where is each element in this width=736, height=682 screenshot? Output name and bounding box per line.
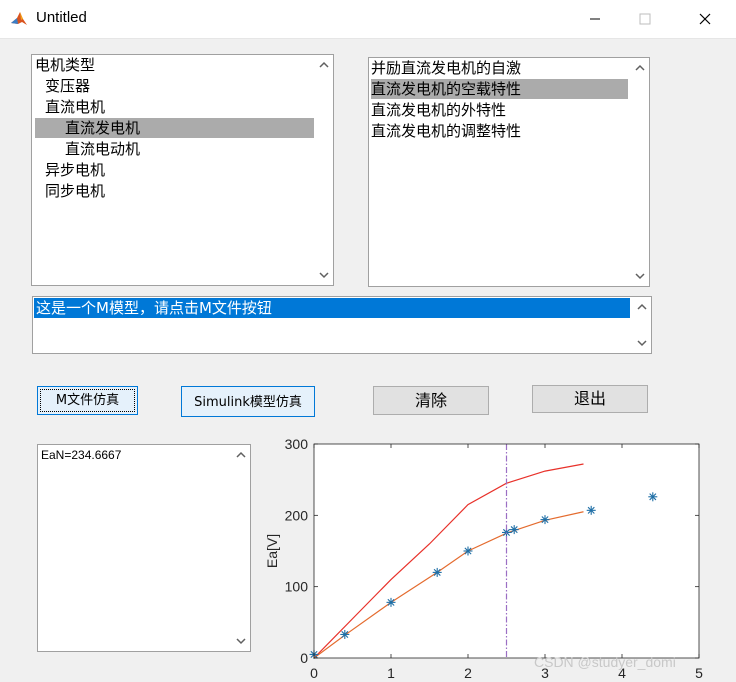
y-tick-label: 200 — [285, 507, 309, 523]
plot-area[interactable]: 0 1 2 3 4 50100200300 Ea[V] CSDN @studyer_dom… — [0, 0, 736, 682]
data-point-marker — [463, 546, 473, 556]
x-tick-label: 2 — [464, 665, 472, 681]
x-tick-label: 1 — [387, 665, 395, 681]
watermark: CSDN @studyer_domi — [534, 654, 676, 670]
x-tick-label: 0 — [310, 665, 318, 681]
y-tick-label: 300 — [285, 436, 309, 452]
y-tick-label: 0 — [300, 650, 308, 666]
y-tick-label: 100 — [285, 579, 309, 595]
y-axis-label: Ea[V] — [264, 534, 280, 568]
x-tick-label: 5 — [695, 665, 703, 681]
